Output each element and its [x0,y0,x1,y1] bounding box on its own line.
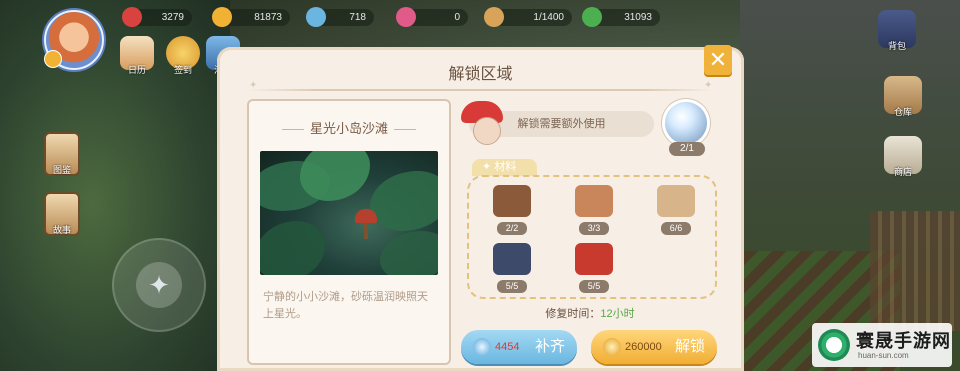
resource-value: 3279 [161,12,184,23]
repair-time: 修复时间：12小时 [467,305,713,321]
desk-icon [493,185,531,217]
resource-crystal[interactable]: 718 [306,7,374,27]
unlock-area-dialog: 解锁区域 ✦ ✦ ✕ 星光小岛沙滩 宁静的小小沙滩，砂砾温润映照天上星光。 解锁… [217,45,744,371]
player-avatar[interactable] [44,10,104,70]
resource-value: 718 [349,12,366,23]
crystal-icon [306,7,326,27]
backpack-label: 背包 [887,41,906,51]
watermark-url: huan-sun.com [858,351,909,360]
resource-value: 1/1400 [533,12,564,23]
resource-value: 31093 [624,12,652,23]
dialog-title: 解锁区域 [448,66,513,83]
fill-materials-button[interactable]: 4454 补齐 [461,330,577,364]
repair-time-value: 12小时 [600,308,635,320]
star-icon: ✦ [704,80,713,91]
material-count: 5/5 [497,280,527,293]
gem-icon [396,7,416,27]
story-button[interactable]: 故事 [44,192,80,236]
sign-in-button[interactable]: 签到 [166,36,200,75]
material-count: 6/6 [661,222,691,235]
warehouse-label: 仓库 [893,107,912,117]
mailbox-icon [355,209,377,239]
area-name: 星光小岛沙滩 [249,118,449,137]
resource-heart[interactable]: 3279 [122,7,192,27]
clover-icon [582,7,602,27]
close-button[interactable]: ✕ [704,45,732,75]
basket-icon [575,185,613,217]
crystal-orb-icon[interactable] [665,102,707,144]
resource-capacity[interactable]: 1/1400 [484,7,572,27]
collection-label: 图鉴 [52,165,71,175]
unlock-cost: 260000 [625,341,662,353]
material-item[interactable]: 2/2 [489,185,535,235]
leaf-shape [370,171,438,231]
materials-tab: 材料 [472,159,537,176]
fill-cost: 4454 [495,341,520,353]
crystal-icon [473,338,491,356]
resource-value: 81873 [254,12,282,23]
resource-gem[interactable]: 0 [396,7,468,27]
compass-icon[interactable]: ✦ [136,262,182,308]
watermark-title: 寰晟手游网 [856,331,951,351]
cake-icon [657,185,695,217]
npc-face [473,117,501,145]
calendar-label: 日历 [127,65,146,75]
resource-coin[interactable]: 81873 [212,7,290,27]
lantern-icon [575,243,613,275]
resource-clover[interactable]: 31093 [582,7,660,27]
shop-label: 商店 [893,167,912,177]
coin-icon [212,7,232,27]
npc-portrait [459,101,509,147]
material-item[interactable]: 6/6 [653,185,699,235]
heart-icon [122,7,142,27]
watermark-logo-icon [818,329,850,361]
leaf-shape [380,231,438,275]
unlock-label: 解锁 [674,338,705,355]
fence [870,211,960,331]
unlock-button[interactable]: 260000 解锁 [591,330,717,364]
site-watermark: 寰晟手游网 huan-sun.com [812,323,952,367]
virtual-joystick[interactable]: ✦ [112,238,206,332]
story-label: 故事 [52,225,71,235]
material-count: 5/5 [579,280,609,293]
resource-value: 0 [454,12,460,23]
leaf-shape [260,221,325,275]
title-divider [247,89,714,91]
collection-button[interactable]: 图鉴 [44,132,80,176]
orb-count: 2/1 [669,142,705,156]
area-preview-image [260,151,438,275]
material-count: 3/3 [579,222,609,235]
material-item[interactable]: 5/5 [571,243,617,293]
backpack-button[interactable]: 背包 [878,10,916,51]
hamster-icon [484,7,504,27]
material-item[interactable]: 5/5 [489,243,535,293]
star-icon: ✦ [249,80,258,91]
calendar-button[interactable]: 日历 [120,36,154,75]
leaf-shape [300,151,370,201]
sign-in-label: 签到 [173,65,192,75]
fill-label: 补齐 [534,338,565,355]
level-badge-icon [44,50,62,68]
warehouse-button[interactable]: 仓库 [884,76,922,117]
material-item[interactable]: 3/3 [571,185,617,235]
shop-button[interactable]: 商店 [884,136,922,177]
area-description: 宁静的小小沙滩，砂砾温润映照天上星光。 [263,291,428,320]
coin-icon [603,338,621,356]
stove-icon [493,243,531,275]
area-card: 星光小岛沙滩 宁静的小小沙滩，砂砾温润映照天上星光。 [247,99,451,365]
repair-time-label: 修复时间： [545,308,601,320]
materials-box: 2/2 3/3 6/6 5/5 5/5 [467,175,717,299]
material-count: 2/2 [497,222,527,235]
